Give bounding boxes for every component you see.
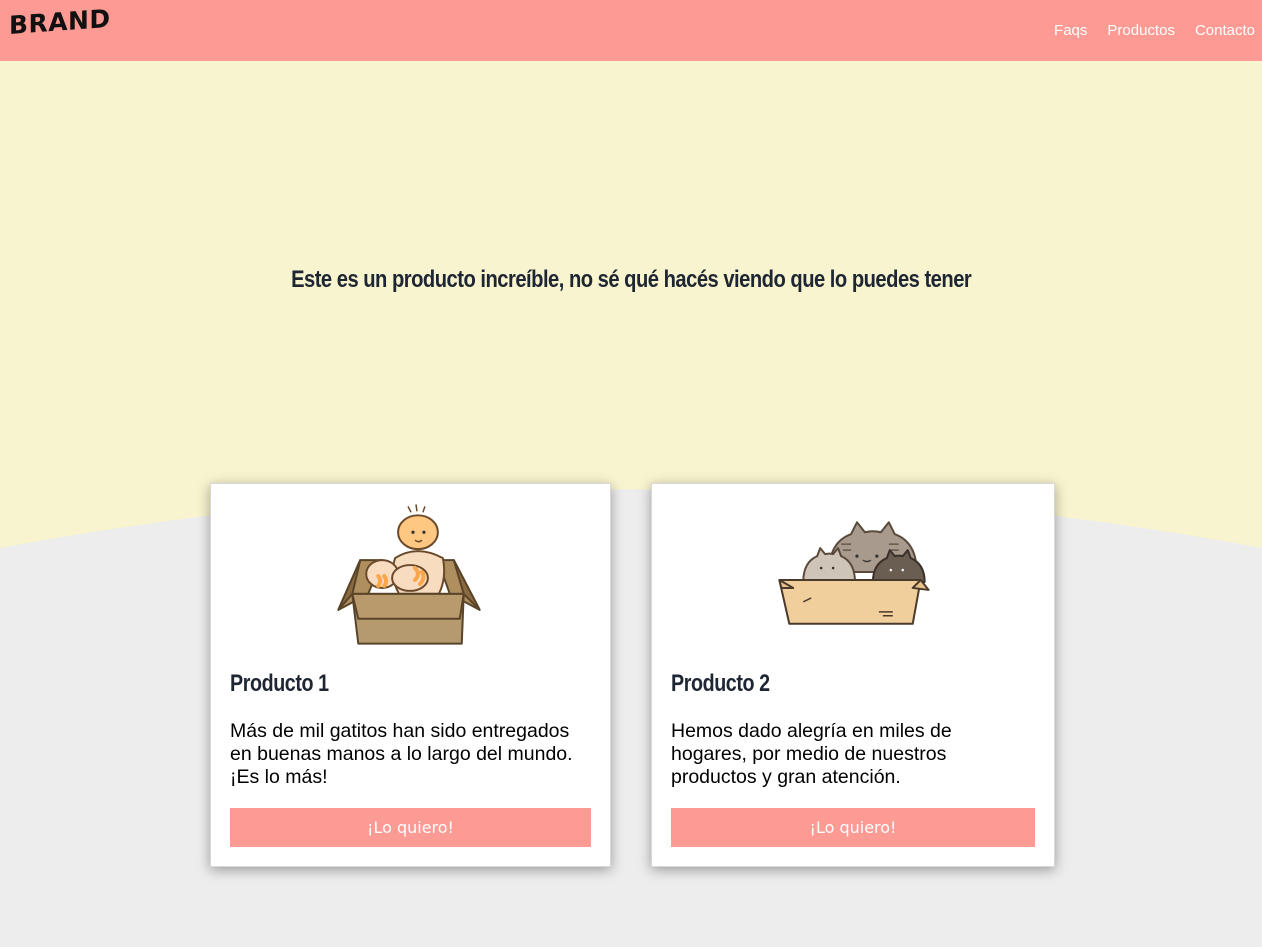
brand-logo[interactable]: BRAND [9, 4, 111, 40]
product-description: Más de mil gatitos han sido entregados e… [230, 720, 573, 788]
buy-button[interactable]: ¡Lo quiero! [230, 808, 591, 847]
product-title: Producto 2 [671, 670, 770, 697]
nav-link-faqs[interactable]: Faqs [1054, 22, 1087, 39]
nav-links: Faqs Productos Contacto [1054, 22, 1255, 39]
product-description: Hemos dado alegría en miles de hogares, … [671, 720, 952, 788]
product-title: Producto 1 [230, 670, 329, 697]
product-card-1: Producto 1 Más de mil gatitos han sido e… [210, 483, 611, 867]
nav-link-productos[interactable]: Productos [1107, 22, 1175, 39]
navbar: BRAND Faqs Productos Contacto [0, 0, 1262, 61]
cats-in-box-illustration [778, 521, 930, 625]
baby-in-box-illustration [337, 504, 481, 645]
hero-section: Este es un producto increíble, no sé qué… [0, 61, 1262, 561]
hero-title: Este es un producto increíble, no sé qué… [291, 266, 972, 293]
nav-link-contacto[interactable]: Contacto [1195, 22, 1255, 39]
product-card-2: Producto 2 Hemos dado alegría en miles d… [651, 483, 1055, 867]
buy-button[interactable]: ¡Lo quiero! [671, 808, 1035, 847]
hero-background [0, 61, 1262, 548]
